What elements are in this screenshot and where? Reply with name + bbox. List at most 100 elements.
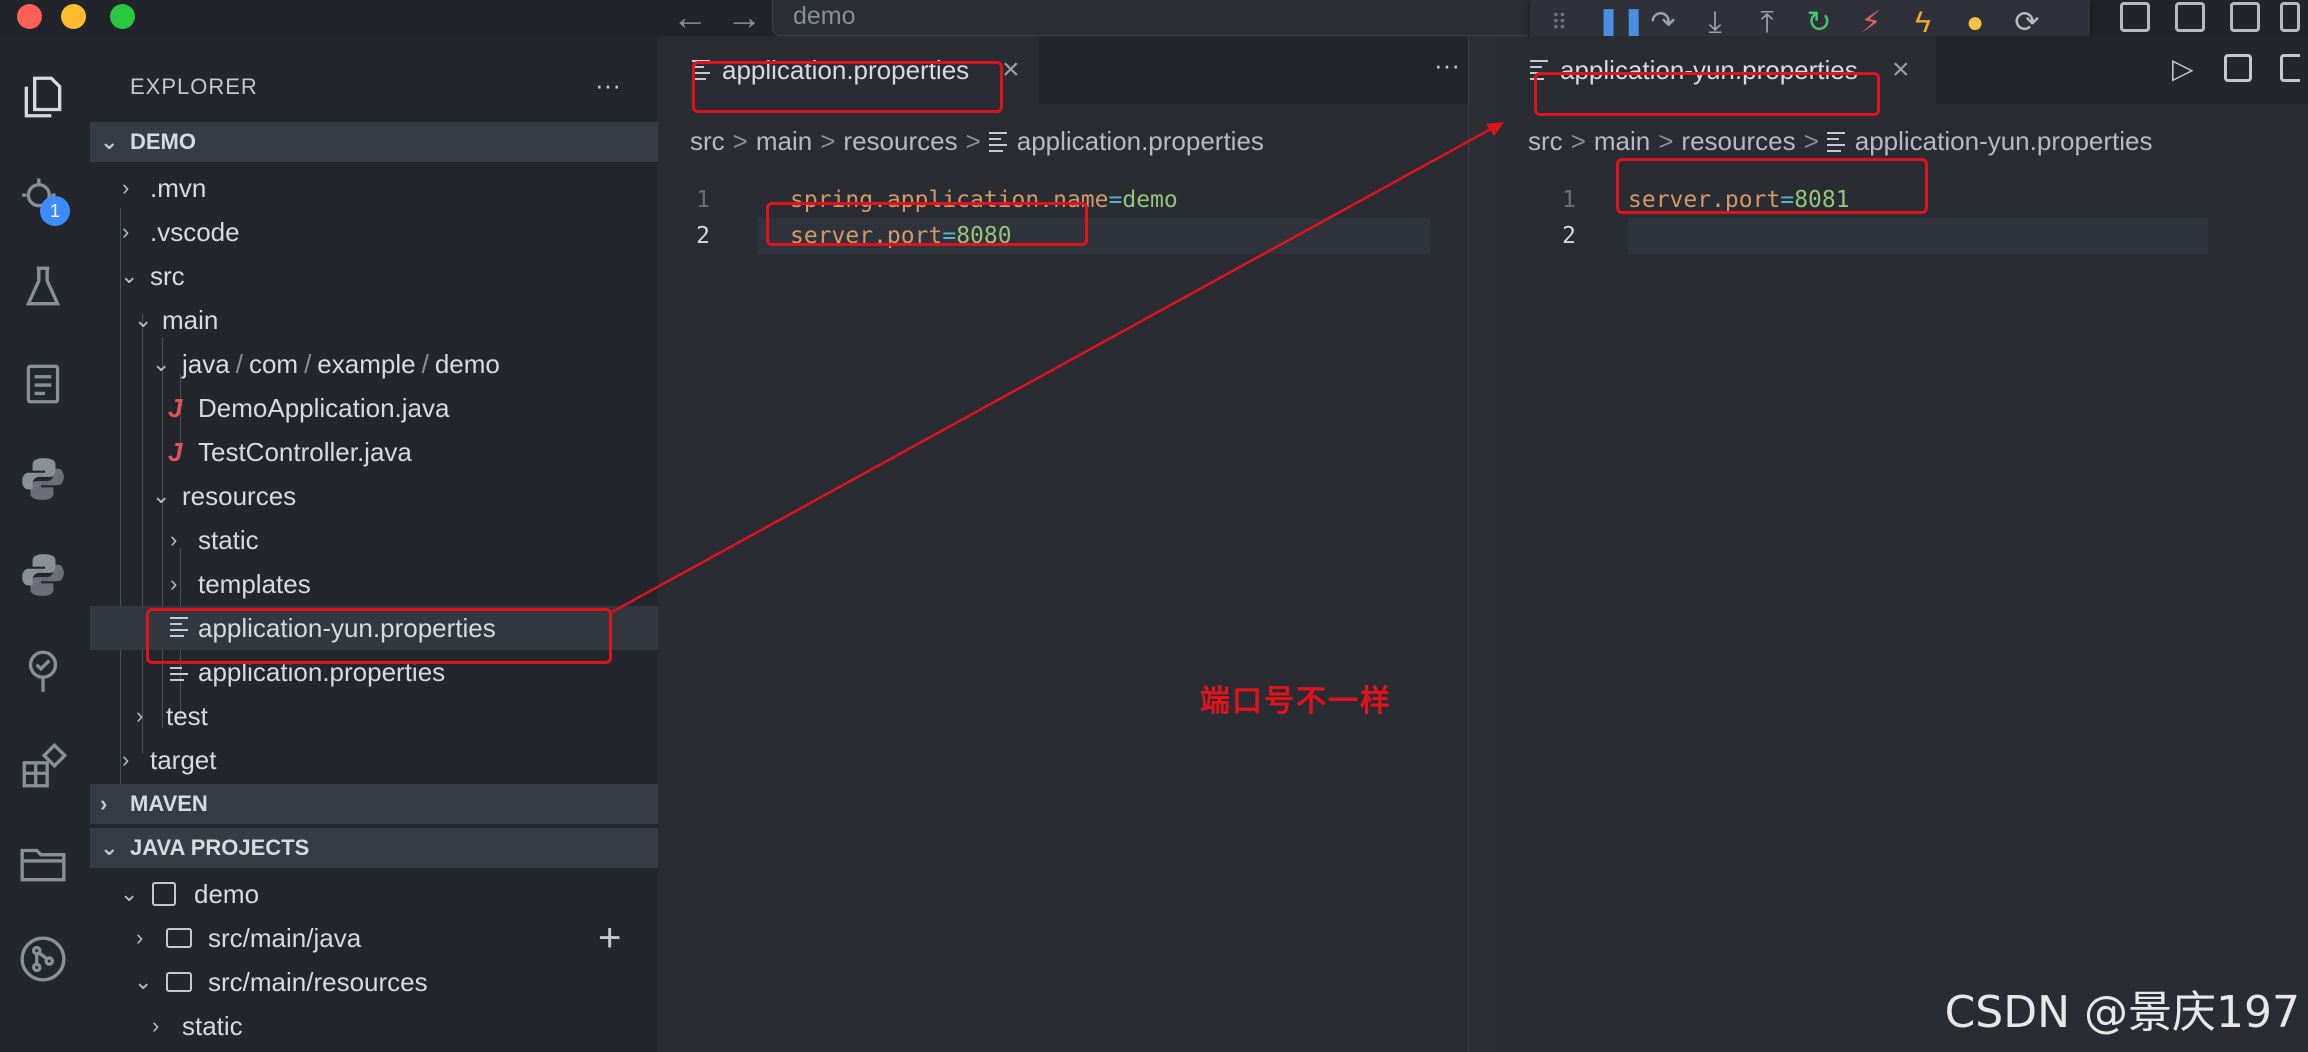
chevron-down-icon: ⌄ — [120, 881, 139, 906]
explorer-sidebar: EXPLORER ··· ⌄ DEMO › .mvn › .vscode ⌄ s… — [90, 36, 658, 1052]
editor-split-divider[interactable] — [1468, 36, 1496, 1052]
add-icon[interactable]: + — [598, 918, 621, 958]
arrow-left-icon[interactable]: ← — [672, 0, 708, 35]
breadcrumb-item[interactable]: src — [1528, 126, 1563, 156]
split-editor-icon[interactable] — [2224, 54, 2252, 82]
tree-item-demo-application[interactable]: J DemoApplication.java — [90, 386, 658, 430]
more-actions-icon[interactable]: ··· — [1434, 50, 1460, 81]
python-icon[interactable] — [18, 550, 68, 600]
step-into-icon[interactable]: ⤓ — [1700, 8, 1730, 38]
section-maven[interactable]: › MAVEN — [90, 784, 658, 824]
command-center-search[interactable]: demo — [772, 0, 1532, 36]
tree-item-main[interactable]: ⌄ main — [90, 298, 658, 342]
tree-item-java-package[interactable]: ⌄ java / com / example / demo — [90, 342, 658, 386]
toggle-sidebar-icon[interactable] — [2175, 2, 2205, 32]
step-over-icon[interactable]: ↷ — [1648, 8, 1678, 38]
java-project-static[interactable]: › static — [90, 1004, 658, 1048]
drag-handle-icon[interactable]: ⠿ — [1544, 8, 1574, 38]
watermark: CSDN @景庆197 — [1944, 987, 2300, 1038]
close-icon[interactable]: × — [1892, 36, 1910, 104]
clipboard-icon[interactable] — [18, 358, 68, 408]
section-java-projects[interactable]: ⌄ JAVA PROJECTS — [90, 828, 658, 868]
disconnect-icon[interactable]: ⚡ — [1856, 8, 1886, 38]
refresh-icon[interactable]: ⟳ — [2012, 8, 2042, 38]
tree-item-src[interactable]: ⌄ src — [90, 254, 658, 298]
tree-item-test-controller[interactable]: J TestController.java — [90, 430, 658, 474]
breadcrumb: src > main > resources > application.propertie… — [690, 126, 1264, 156]
customize-layout-icon[interactable] — [2120, 2, 2150, 32]
properties-file-icon — [170, 661, 188, 681]
breadcrumb-item[interactable]: resources — [843, 126, 957, 156]
chevron-right-icon: › — [136, 703, 144, 728]
tree-icon[interactable] — [18, 646, 68, 696]
arrow-right-icon[interactable]: → — [726, 0, 762, 35]
breadcrumb-item[interactable]: src — [690, 126, 725, 156]
tree-item-vscode[interactable]: › .vscode — [90, 210, 658, 254]
editor-layout-icon[interactable] — [2280, 54, 2300, 82]
breadcrumb-item[interactable]: main — [1594, 126, 1650, 156]
source-control-icon[interactable] — [18, 934, 68, 984]
line-number: 1 — [696, 187, 710, 213]
tree-item-label: src/main/resources — [208, 967, 428, 997]
tree-item-label: TestController.java — [198, 437, 412, 467]
toggle-panel-icon[interactable] — [2230, 2, 2260, 32]
toggle-secondary-sidebar-icon[interactable] — [2280, 2, 2300, 32]
close-icon[interactable]: × — [1002, 36, 1020, 104]
chevron-down-icon: ⌄ — [134, 969, 153, 994]
chevron-down-icon: ⌄ — [120, 263, 139, 288]
hot-code-replace-icon[interactable]: ϟ — [1908, 8, 1938, 38]
properties-file-icon — [1826, 132, 1845, 152]
annotation-box — [1534, 72, 1880, 116]
editor-group-left: application.properties × ··· src > main > re… — [658, 36, 1490, 1052]
explorer-title: EXPLORER — [130, 74, 258, 99]
testing-icon[interactable] — [18, 262, 68, 312]
folder-icon[interactable] — [18, 838, 68, 888]
breadcrumb-item[interactable]: main — [756, 126, 812, 156]
tree-item-label: .mvn — [150, 173, 207, 203]
chevron-right-icon: › — [136, 925, 144, 950]
section-demo[interactable]: ⌄ DEMO — [90, 122, 658, 162]
annotation-note: 端口号不一样 — [1200, 684, 1392, 719]
java-project-demo[interactable]: ⌄ demo — [90, 872, 658, 916]
tree-item-templates[interactable]: › templates — [90, 562, 658, 606]
annotation-box — [766, 202, 1088, 246]
breadcrumb-item[interactable]: application.properties — [1017, 126, 1264, 156]
step-out-icon[interactable]: ⤒ — [1752, 8, 1782, 38]
python-icon[interactable] — [18, 454, 68, 504]
chevron-down-icon: ⌄ — [134, 307, 153, 332]
maximize-window-button[interactable] — [110, 4, 135, 29]
java-project-src-main-java[interactable]: › src/main/java + — [90, 916, 658, 960]
run-icon[interactable]: ▷ — [2172, 52, 2194, 85]
tree-item-label: static — [182, 1011, 243, 1041]
line-number: 1 — [1562, 187, 1576, 213]
tree-item-static[interactable]: › static — [90, 518, 658, 562]
java-project-src-main-resources[interactable]: ⌄ src/main/resources — [90, 960, 658, 1004]
tree-item-test[interactable]: › test — [90, 694, 658, 738]
chevron-right-icon: › — [152, 1013, 160, 1038]
current-line-highlight — [1628, 218, 2208, 254]
line-number: 2 — [696, 223, 710, 249]
tree-item-label: src — [150, 261, 185, 291]
tree-item-resources[interactable]: ⌄ resources — [90, 474, 658, 518]
pause-icon[interactable]: ❚❚ — [1596, 8, 1646, 38]
chevron-right-icon: › — [122, 747, 130, 772]
chevron-right-icon: › — [122, 219, 130, 244]
breadcrumb-item[interactable]: resources — [1681, 126, 1795, 156]
breadcrumb-item[interactable]: application-yun.properties — [1855, 126, 2153, 156]
tree-item-label: test — [166, 701, 208, 731]
project-icon — [152, 882, 176, 906]
minimize-window-button[interactable] — [61, 4, 86, 29]
tree-item-target[interactable]: › target — [90, 738, 658, 782]
close-window-button[interactable] — [17, 4, 42, 29]
tree-item-mvn[interactable]: › .mvn — [90, 166, 658, 210]
extensions-icon[interactable] — [18, 742, 68, 792]
lightbulb-icon[interactable]: ● — [1960, 8, 1990, 38]
explorer-icon[interactable] — [18, 72, 68, 122]
restart-icon[interactable]: ↻ — [1804, 8, 1834, 38]
tree-item-label: resources — [182, 481, 297, 511]
more-actions-icon[interactable]: ··· — [595, 70, 621, 101]
package-folder-icon — [166, 972, 192, 992]
tree-item-label: .vscode — [150, 217, 240, 247]
java-file-icon: J — [168, 437, 183, 467]
tree-item-label: static — [198, 525, 259, 555]
